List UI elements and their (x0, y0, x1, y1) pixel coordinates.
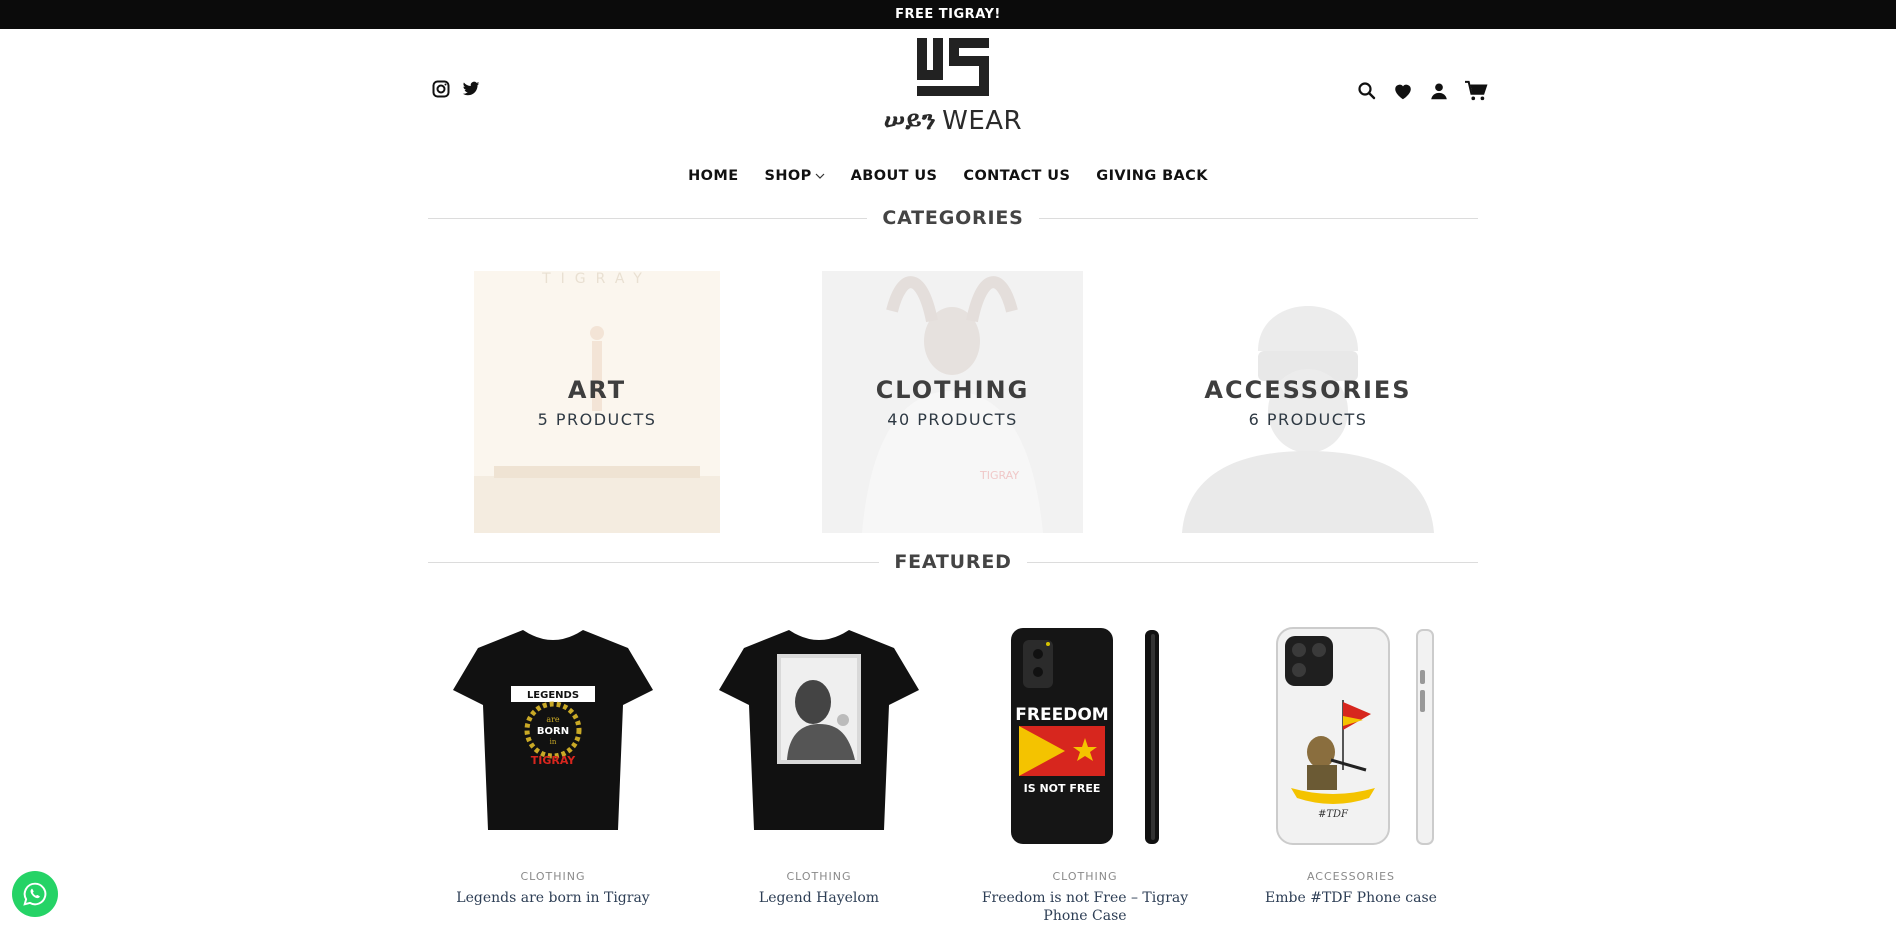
logo-wordmark-ethiopic: ሠይን (883, 106, 937, 136)
featured-heading: FEATURED (428, 551, 1479, 573)
whatsapp-icon (23, 882, 47, 906)
product-image: #TDF (1276, 627, 1434, 845)
phone-print-caption: #TDF (1318, 809, 1349, 820)
nav-contact-us[interactable]: CONTACT US (963, 168, 1070, 184)
nav-about-us[interactable]: ABOUT US (851, 168, 938, 184)
phone-print-top: FREEDOM (1015, 705, 1108, 725)
category-card-accessories[interactable]: ACCESSORIES 6 PRODUCTS (1182, 271, 1434, 533)
product-category[interactable]: CLOTHING (786, 870, 851, 883)
phone-print-bottom: IS NOT FREE (1024, 782, 1101, 795)
product-image: FREEDOM IS NOT FREE (1011, 628, 1159, 844)
instagram-icon[interactable] (432, 80, 450, 98)
tshirt-print-top: LEGENDS (527, 690, 579, 701)
nav-giving-back[interactable]: GIVING BACK (1096, 168, 1208, 184)
nav-shop-label: SHOP (764, 168, 812, 184)
nav-contact-label: CONTACT US (963, 168, 1071, 184)
nav-about-label: ABOUT US (850, 168, 938, 184)
cart-icon[interactable] (1464, 80, 1488, 102)
divider (428, 217, 868, 219)
nav-giving-label: GIVING BACK (1096, 168, 1208, 184)
divider (1038, 217, 1479, 219)
nav-home-label: HOME (688, 168, 739, 184)
search-icon[interactable] (1356, 80, 1378, 102)
product-name-line: Phone Case (1043, 908, 1127, 924)
twitter-icon[interactable] (462, 80, 480, 98)
featured-title: FEATURED (894, 551, 1012, 573)
product-name-line: Freedom is not Free – Tigray (981, 890, 1189, 906)
categories-heading: CATEGORIES (428, 207, 1479, 229)
user-icon[interactable] (1428, 80, 1450, 102)
header-actions (1356, 80, 1488, 102)
svg-text:TIGRAY: TIGRAY (541, 271, 652, 287)
logo-wordmark-latin: WEAR (942, 106, 1023, 136)
product-card[interactable]: LEGENDS are BORN in TIGRAY CLOTHING Lege… (438, 620, 668, 907)
category-clothing-count: 40 PRODUCTS (887, 409, 1018, 429)
category-accessories-count: 6 PRODUCTS (1248, 409, 1368, 429)
heart-icon[interactable] (1392, 80, 1414, 102)
product-category[interactable]: CLOTHING (520, 870, 585, 883)
social-links (432, 80, 480, 98)
tshirt-print-in: in (550, 738, 557, 746)
logo-wordmark: ሠይን WEAR (884, 106, 1022, 137)
category-clothing-name: CLOTHING (875, 375, 1030, 404)
category-art-count: 5 PRODUCTS (537, 409, 657, 429)
product-image (719, 630, 919, 830)
site-logo[interactable]: ሠይን WEAR (868, 36, 1038, 146)
nav-shop[interactable]: SHOP (765, 168, 825, 184)
product-card[interactable]: #TDF ACCESSORIES Embe #TDF Phone case (1236, 620, 1466, 907)
nav-home[interactable]: HOME (688, 168, 738, 184)
announcement-bar: FREE TIGRAY! (0, 0, 1896, 29)
svg-text:TIGRAY: TIGRAY (979, 469, 1019, 482)
product-image: LEGENDS are BORN in TIGRAY (453, 630, 653, 830)
category-card-clothing[interactable]: TIGRAY CLOTHING 40 PRODUCTS (822, 271, 1083, 533)
main-nav: HOME SHOP ABOUT US CONTACT US GIVING BAC… (0, 168, 1896, 184)
chevron-down-icon (815, 173, 825, 179)
categories-title: CATEGORIES (882, 207, 1024, 229)
category-card-art[interactable]: TIGRAY ART 5 PRODUCTS (474, 271, 720, 533)
product-card[interactable]: CLOTHING Legend Hayelom (704, 620, 934, 907)
product-category[interactable]: ACCESSORIES (1307, 870, 1395, 883)
product-card[interactable]: FREEDOM IS NOT FREE CLOTHING Freedom is … (970, 620, 1200, 925)
divider (428, 561, 880, 563)
category-art-name: ART (567, 375, 627, 404)
product-name[interactable]: Legend Hayelom (759, 889, 879, 907)
announcement-text: FREE TIGRAY! (895, 7, 1001, 22)
tshirt-print-born: BORN (537, 726, 569, 737)
whatsapp-button[interactable] (12, 871, 58, 917)
category-accessories-name: ACCESSORIES (1204, 375, 1412, 404)
product-name[interactable]: Legends are born in Tigray (456, 889, 649, 907)
tshirt-print-mid: are (546, 715, 560, 724)
product-category[interactable]: CLOTHING (1052, 870, 1117, 883)
tshirt-print-bottom: TIGRAY (531, 754, 577, 767)
product-name[interactable]: Freedom is not Free – Tigray Phone Case (982, 889, 1188, 925)
product-name[interactable]: Embe #TDF Phone case (1265, 889, 1437, 907)
divider (1026, 561, 1479, 563)
logo-mark-icon (917, 38, 989, 96)
